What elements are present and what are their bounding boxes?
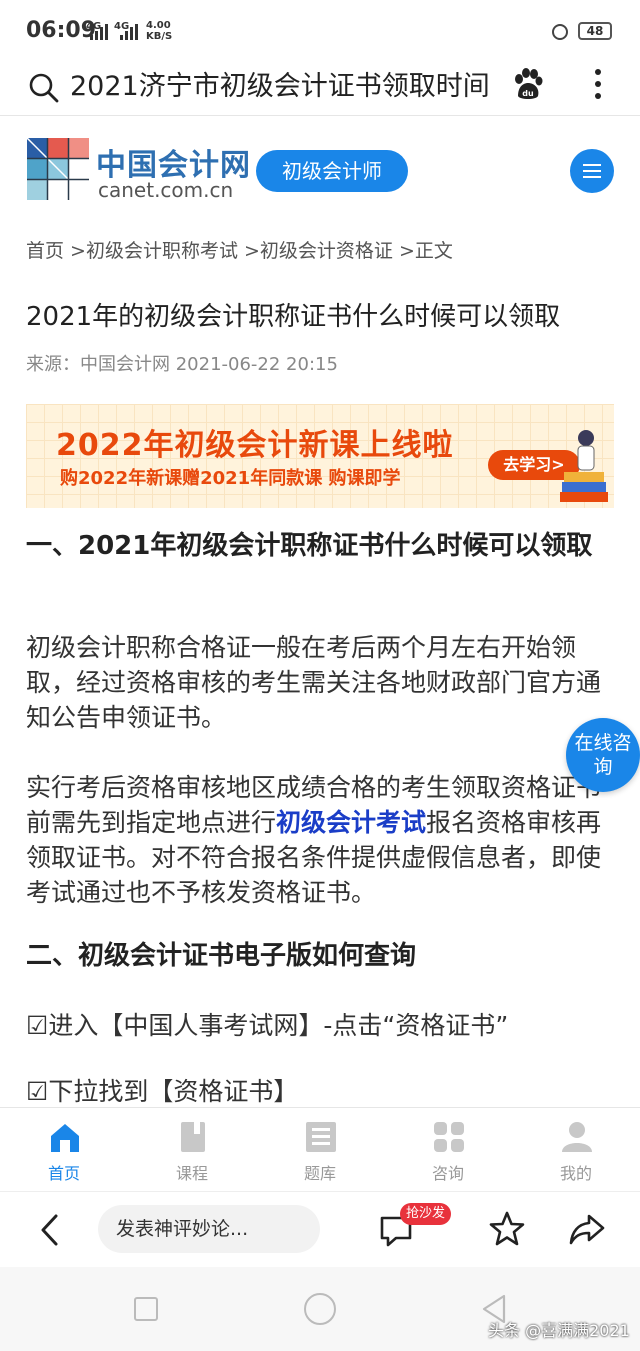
search-icon[interactable] bbox=[28, 72, 60, 104]
step-2: ☑下拉找到【资格证书】 bbox=[26, 1077, 299, 1106]
section-heading-2: 二、初级会计证书电子版如何查询 bbox=[26, 941, 417, 971]
network-speed: 4.00 KB/S bbox=[146, 20, 172, 42]
bottom-tab-bar: 首页 课程 题库 咨询 我的 bbox=[0, 1107, 640, 1191]
search-query[interactable]: 2021济宁市初级会计证书领取时间 bbox=[70, 64, 490, 103]
tab-course-label: 课程 bbox=[175, 1164, 208, 1183]
grid-icon bbox=[434, 1122, 464, 1152]
logo-text-en: canet.com.cn bbox=[98, 178, 234, 202]
banner-subline: 购2022年新课赠2021年同款课 购课即学 bbox=[60, 468, 401, 489]
menu-icon-line bbox=[583, 176, 601, 178]
canet-logo-icon[interactable] bbox=[27, 138, 89, 200]
user-icon bbox=[562, 1122, 592, 1152]
tab-home-label: 首页 bbox=[47, 1164, 80, 1183]
section-heading-1: 一、2021年初级会计职称证书什么时候可以领取 bbox=[26, 531, 593, 561]
menu-button[interactable] bbox=[570, 149, 614, 193]
menu-icon-line bbox=[583, 170, 601, 172]
student-illustration-icon bbox=[560, 430, 608, 502]
battery-indicator: 48 bbox=[578, 22, 612, 40]
paragraph-1: 初级会计职称合格证一般在考后两个月左右开始领取，经过资格审核的考生需关注各地财政… bbox=[26, 633, 602, 732]
status-bar: 06:09 4G 4G 4.00 KB/S 48 bbox=[0, 0, 640, 60]
do-not-disturb-icon bbox=[552, 24, 568, 40]
tab-mine-label: 我的 bbox=[559, 1164, 592, 1183]
search-bar: 2021济宁市初级会计证书领取时间 du bbox=[0, 60, 640, 116]
recent-apps-icon[interactable] bbox=[134, 1297, 158, 1321]
tab-mine[interactable]: 我的 bbox=[512, 1108, 640, 1192]
article-title: 2021年的初级会计职称证书什么时候可以领取 bbox=[26, 302, 561, 332]
signal-bars-2-icon bbox=[120, 24, 138, 40]
question-bank-icon bbox=[306, 1122, 336, 1152]
comment-input[interactable]: 发表神评妙论... bbox=[98, 1205, 320, 1253]
site-header: 中国会计网 canet.com.cn 初级会计师 bbox=[0, 116, 640, 226]
paragraph-2: 实行考后资格审核地区成绩合格的考生领取资格证书前需先到指定地点进行初级会计考试报… bbox=[26, 770, 616, 910]
watermark: 头条 @喜满满2021 bbox=[488, 1321, 630, 1340]
home-nav-icon[interactable] bbox=[304, 1293, 336, 1325]
back-arrow-icon[interactable] bbox=[38, 1212, 62, 1248]
book-icon bbox=[181, 1122, 205, 1152]
speed-value: 4.00 bbox=[146, 20, 171, 31]
first-comment-badge: 抢沙发 bbox=[400, 1203, 452, 1225]
system-nav-bar: 头条 @喜满满2021 bbox=[0, 1267, 640, 1351]
speed-unit: KB/S bbox=[146, 31, 173, 42]
breadcrumb[interactable]: 首页 >初级会计职称考试 >初级会计资格证 >正文 bbox=[26, 236, 453, 263]
exam-link[interactable]: 初级会计考试 bbox=[276, 808, 426, 837]
star-icon[interactable] bbox=[488, 1210, 526, 1248]
banner-headline: 2022年初级会计新课上线啦 bbox=[56, 428, 454, 463]
tab-consult[interactable]: 咨询 bbox=[384, 1108, 512, 1192]
svg-text:du: du bbox=[522, 89, 534, 98]
tab-course[interactable]: 课程 bbox=[128, 1108, 256, 1192]
promo-banner[interactable]: 2022年初级会计新课上线啦 购2022年新课赠2021年同款课 购课即学 去学… bbox=[26, 404, 614, 508]
menu-icon bbox=[583, 164, 601, 166]
article-meta: 来源：中国会计网 2021-06-22 20:15 bbox=[26, 354, 338, 375]
home-icon bbox=[51, 1124, 79, 1152]
category-button[interactable]: 初级会计师 bbox=[256, 150, 408, 192]
tab-question-bank[interactable]: 题库 bbox=[256, 1108, 384, 1192]
signal-bars-1-icon bbox=[90, 24, 108, 40]
tab-consult-label: 咨询 bbox=[431, 1164, 464, 1183]
tab-home[interactable]: 首页 bbox=[0, 1108, 128, 1192]
more-vertical-icon[interactable] bbox=[590, 66, 606, 102]
step-1: ☑进入【中国人事考试网】-点击“资格证书” bbox=[26, 1011, 509, 1040]
tab-question-bank-label: 题库 bbox=[303, 1164, 336, 1183]
baidu-paw-icon[interactable]: du bbox=[510, 66, 546, 102]
share-icon[interactable] bbox=[568, 1212, 606, 1246]
comment-action-bar: 发表神评妙论... 抢沙发 bbox=[0, 1191, 640, 1267]
online-consult-button[interactable]: 在线咨询 bbox=[566, 718, 640, 792]
